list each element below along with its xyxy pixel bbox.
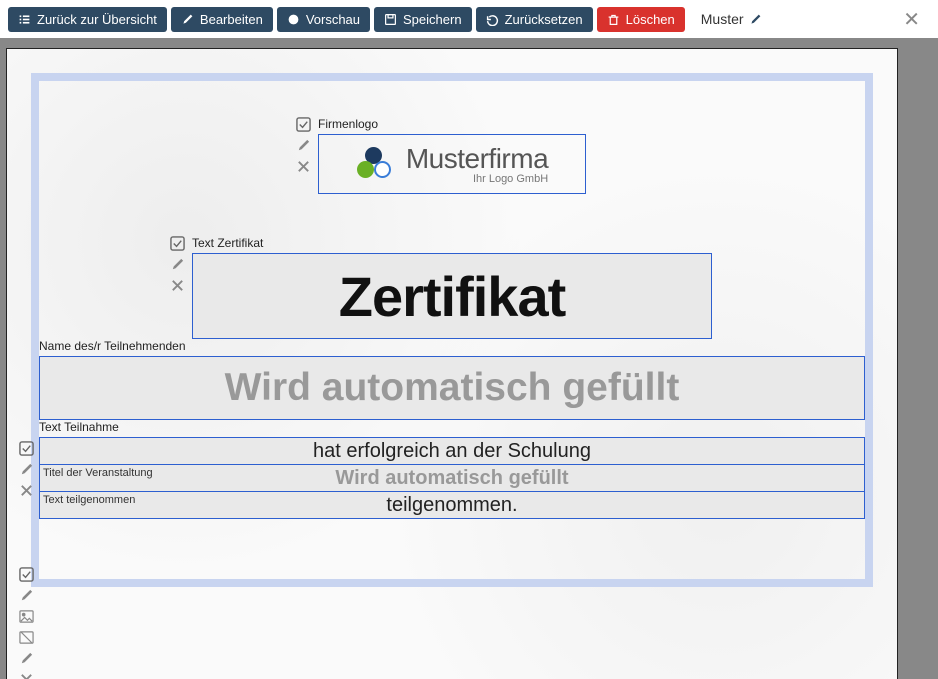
pencil-icon[interactable] xyxy=(170,257,185,272)
close-icon[interactable]: ✕ xyxy=(903,7,920,32)
save-label: Speichern xyxy=(403,12,462,27)
save-button[interactable]: Speichern xyxy=(374,7,472,32)
block-label: Name des/r Teilnehmenden xyxy=(39,339,865,353)
block-logo[interactable]: Firmenlogo Musterfirma Ihr Logo GmbH xyxy=(318,117,586,194)
block-label: Text Zertifikat xyxy=(192,236,712,250)
editor-canvas[interactable]: Firmenlogo Musterfirma Ihr Logo GmbH xyxy=(0,38,920,679)
checkbox-checked-icon[interactable] xyxy=(19,567,34,582)
certificate-page: Firmenlogo Musterfirma Ihr Logo GmbH xyxy=(6,48,898,679)
gear-icon xyxy=(287,13,300,26)
template-name-button[interactable]: Muster xyxy=(701,11,762,27)
participation-row-2[interactable]: Titel der Veranstaltung Wird automatisch… xyxy=(39,464,865,492)
logo-field[interactable]: Musterfirma Ihr Logo GmbH xyxy=(318,134,586,194)
pencil-icon[interactable] xyxy=(19,588,34,603)
image-off-icon[interactable] xyxy=(19,630,34,645)
delete-label: Löschen xyxy=(626,12,675,27)
block-controls xyxy=(170,236,185,293)
block-controls xyxy=(19,567,34,679)
preview-label: Vorschau xyxy=(306,12,360,27)
pencil-icon[interactable] xyxy=(19,651,34,666)
template-name-text: Muster xyxy=(701,11,744,27)
pencil-icon[interactable] xyxy=(296,138,311,153)
trash-icon xyxy=(607,13,620,26)
close-icon[interactable] xyxy=(19,483,34,498)
reset-button[interactable]: Zurücksetzen xyxy=(476,7,593,32)
back-label: Zurück zur Übersicht xyxy=(37,12,157,27)
checkbox-checked-icon[interactable] xyxy=(19,441,34,456)
row-label: Text teilgenommen xyxy=(43,494,135,506)
cert-title-field[interactable]: Zertifikat xyxy=(192,253,712,339)
participation-text-3: teilgenommen. xyxy=(386,494,517,517)
preview-button[interactable]: Vorschau xyxy=(277,7,370,32)
reset-label: Zurücksetzen xyxy=(505,12,583,27)
save-icon xyxy=(384,13,397,26)
pencil-icon[interactable] xyxy=(19,462,34,477)
block-controls xyxy=(296,117,311,174)
block-participation[interactable]: Text Teilnahme hat erfolgreich an der Sc… xyxy=(39,420,865,519)
toolbar: Zurück zur Übersicht Bearbeiten Vorschau… xyxy=(0,0,938,38)
row-label: Titel der Veranstaltung xyxy=(43,467,153,479)
block-cert-title[interactable]: Text Zertifikat Zertifikat xyxy=(192,236,712,339)
event-title-placeholder: Wird automatisch gefüllt xyxy=(335,467,568,490)
image-icon[interactable] xyxy=(19,609,34,624)
undo-icon xyxy=(486,13,499,26)
back-button[interactable]: Zurück zur Übersicht xyxy=(8,7,167,32)
pencil-icon xyxy=(181,13,194,26)
list-icon xyxy=(18,13,31,26)
close-icon[interactable] xyxy=(170,278,185,293)
participant-name-field[interactable]: Wird automatisch gefüllt xyxy=(39,356,865,420)
logo-company-name: Musterfirma xyxy=(406,143,548,175)
edit-label: Bearbeiten xyxy=(200,12,263,27)
pencil-icon xyxy=(749,13,762,26)
block-label: Firmenlogo xyxy=(318,117,586,131)
logo-graphic xyxy=(356,146,396,182)
close-icon[interactable] xyxy=(296,159,311,174)
close-icon[interactable] xyxy=(19,672,34,679)
edit-button[interactable]: Bearbeiten xyxy=(171,7,273,32)
participation-row-1[interactable]: hat erfolgreich an der Schulung xyxy=(39,437,865,465)
block-controls xyxy=(19,441,34,498)
company-logo: Musterfirma Ihr Logo GmbH xyxy=(346,139,558,189)
block-label: Text Teilnahme xyxy=(39,420,865,434)
block-participant-name[interactable]: Name des/r Teilnehmenden Wird automatisc… xyxy=(39,339,865,420)
participation-row-3[interactable]: Text teilgenommen teilgenommen. xyxy=(39,491,865,519)
participation-text-1: hat erfolgreich an der Schulung xyxy=(313,440,591,463)
delete-button[interactable]: Löschen xyxy=(597,7,685,32)
checkbox-checked-icon[interactable] xyxy=(296,117,311,132)
cert-title-text: Zertifikat xyxy=(339,264,566,329)
participant-name-placeholder: Wird automatisch gefüllt xyxy=(225,366,680,410)
checkbox-checked-icon[interactable] xyxy=(170,236,185,251)
